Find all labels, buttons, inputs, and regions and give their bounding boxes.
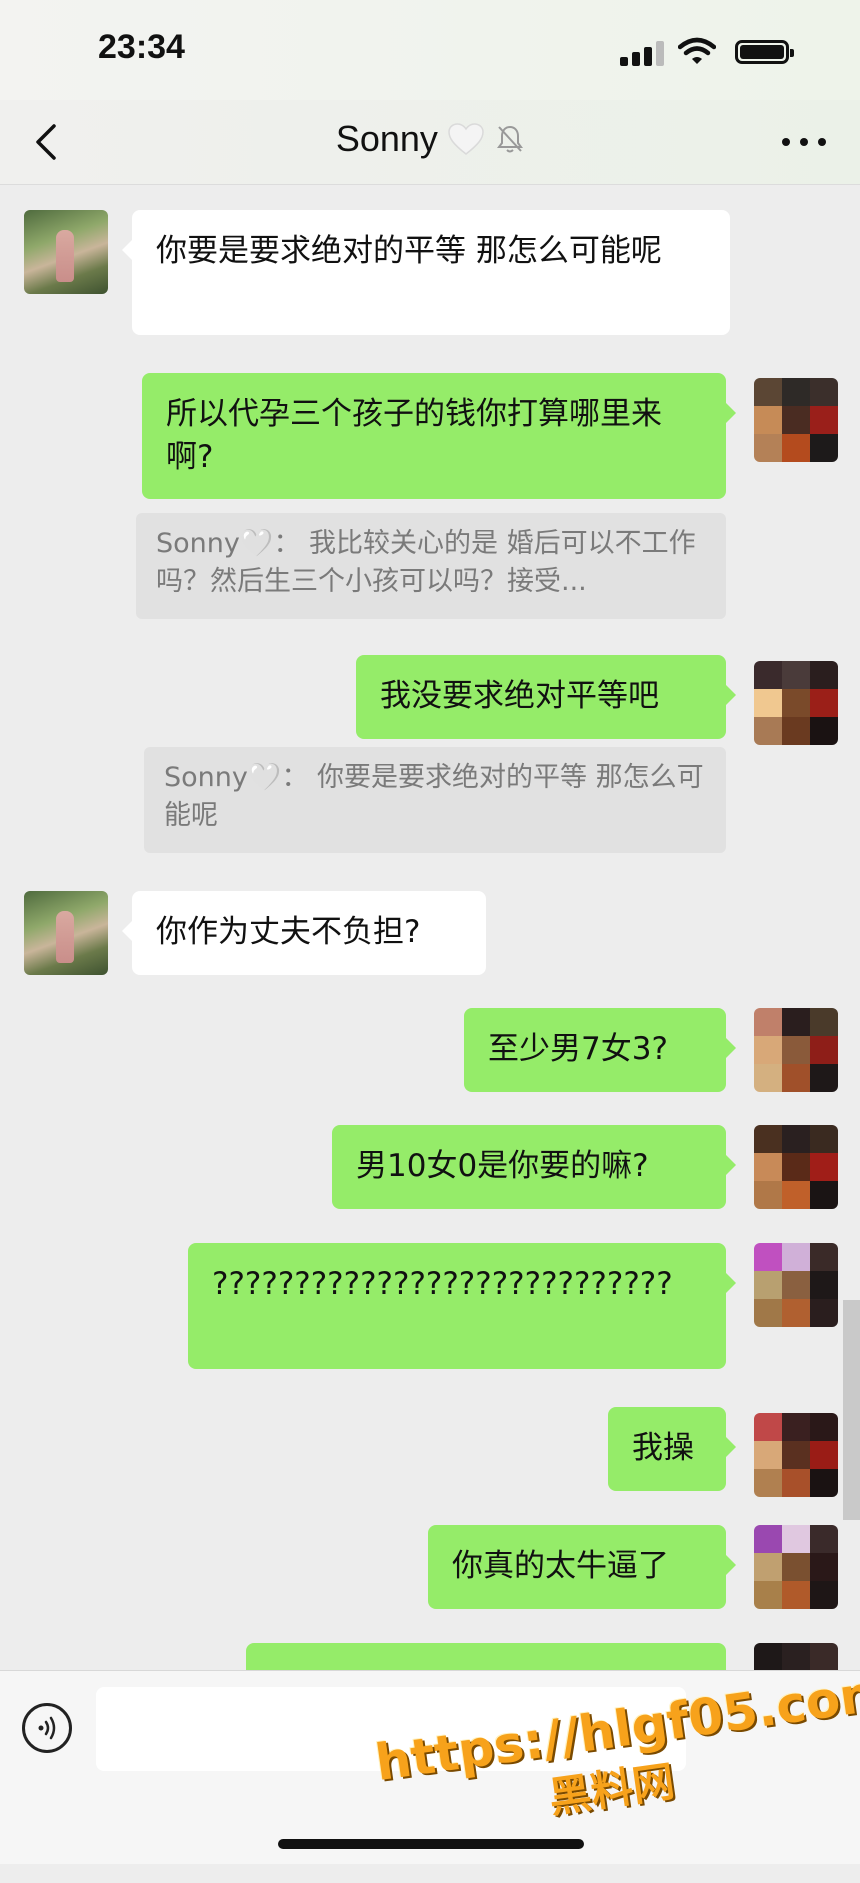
scroll-indicator[interactable]	[843, 1300, 860, 1520]
avatar-self[interactable]	[754, 1413, 838, 1497]
quoted-message[interactable]: Sonny🤍： 你要是要求绝对的平等 那怎么可能呢	[144, 747, 726, 853]
message-bubble[interactable]: 我操	[608, 1407, 736, 1491]
avatar-self[interactable]	[754, 1525, 838, 1609]
message-bubble[interactable]: 至少男7女3?	[464, 1008, 736, 1092]
mute-bell-icon	[497, 125, 524, 153]
quoted-message[interactable]: Sonny🤍： 我比较关心的是 婚后可以不工作吗？然后生三个小孩可以吗？接受..…	[136, 513, 726, 619]
message-text: 你作为丈夫不负担?	[156, 914, 421, 950]
message-text: 男10女0是你要的嘛?	[356, 1148, 649, 1184]
avatar-self[interactable]	[754, 1125, 838, 1209]
message-bubble[interactable]: 你真的太牛逼了	[428, 1525, 736, 1609]
message-text: 你真的太牛逼了	[452, 1548, 669, 1584]
message-bubble[interactable]: 我没要求绝对平等吧	[356, 655, 736, 739]
message-bubble-partial[interactable]	[246, 1643, 726, 1670]
message-text: 所以代孕三个孩子的钱你打算哪里来啊?	[166, 396, 662, 475]
quoted-text: Sonny🤍： 你要是要求绝对的平等 那怎么可能呢	[164, 762, 704, 831]
wifi-icon	[678, 37, 716, 64]
voice-icon[interactable]	[22, 1703, 72, 1753]
message-text: ????????????????????????????	[212, 1266, 673, 1302]
status-time: 23:34	[98, 28, 185, 66]
battery-icon	[735, 40, 794, 64]
message-text: 至少男7女3?	[488, 1031, 668, 1067]
avatar-self[interactable]	[754, 661, 838, 745]
message-bubble[interactable]: 你作为丈夫不负担?	[122, 891, 486, 975]
avatar-self[interactable]	[754, 1243, 838, 1327]
status-bar: 23:34	[0, 0, 860, 100]
avatar-contact[interactable]	[24, 210, 108, 294]
message-bubble[interactable]: 所以代孕三个孩子的钱你打算哪里来啊?	[142, 373, 736, 499]
avatar-self[interactable]	[754, 378, 838, 462]
message-bubble[interactable]: 男10女0是你要的嘛?	[332, 1125, 736, 1209]
avatar-self[interactable]	[754, 1643, 838, 1670]
signal-icon	[620, 40, 664, 66]
message-text: 你要是要求绝对的平等 那怎么可能呢	[156, 233, 662, 269]
avatar-contact[interactable]	[24, 891, 108, 975]
avatar-self[interactable]	[754, 1008, 838, 1092]
message-list[interactable]: 你要是要求绝对的平等 那怎么可能呢 所以代孕三个孩子的钱你打算哪里来啊? Son…	[0, 185, 860, 1670]
quoted-text: Sonny🤍： 我比较关心的是 婚后可以不工作吗？然后生三个小孩可以吗？接受..…	[156, 528, 696, 597]
message-bubble[interactable]: ????????????????????????????	[188, 1243, 736, 1369]
chat-header: Sonny	[0, 100, 860, 185]
message-text: 我没要求绝对平等吧	[380, 678, 659, 714]
more-icon[interactable]	[780, 128, 828, 156]
heart-icon	[448, 123, 484, 155]
message-text: 我操	[632, 1430, 694, 1466]
chat-title: Sonny	[335, 118, 438, 159]
chat-title-area: Sonny	[0, 118, 860, 164]
message-bubble[interactable]: 你要是要求绝对的平等 那怎么可能呢	[122, 210, 730, 335]
